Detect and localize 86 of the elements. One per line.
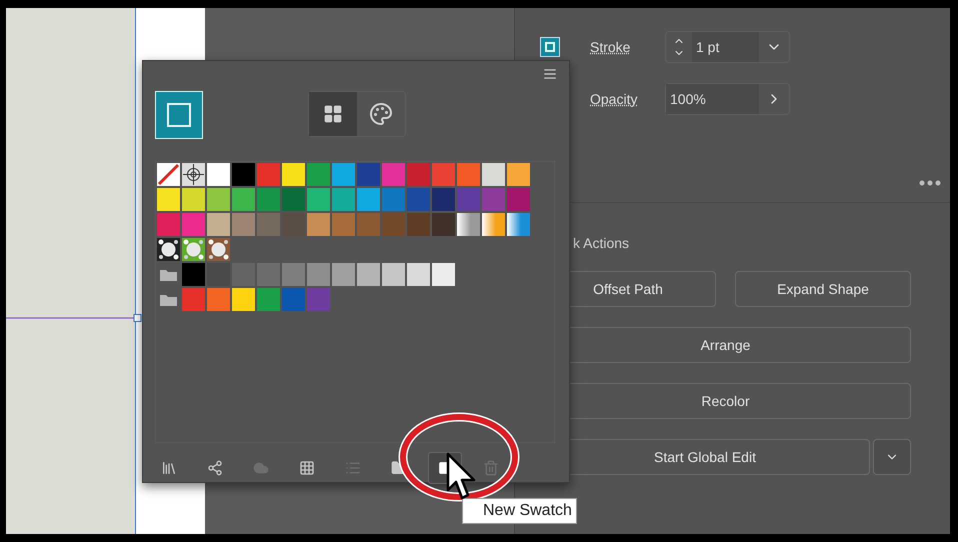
- color-swatch[interactable]: [407, 163, 430, 186]
- color-swatch[interactable]: [357, 263, 380, 286]
- gradient-swatch[interactable]: [482, 213, 505, 236]
- color-swatch[interactable]: [182, 213, 205, 236]
- library-icon: [161, 460, 177, 476]
- opacity-field[interactable]: 100%: [665, 83, 790, 115]
- fill-stroke-icon[interactable]: [155, 91, 203, 139]
- color-swatch[interactable]: [257, 163, 280, 186]
- color-swatch[interactable]: [332, 188, 355, 211]
- color-swatch[interactable]: [182, 188, 205, 211]
- color-swatch[interactable]: [157, 188, 180, 211]
- color-swatch[interactable]: [257, 188, 280, 211]
- color-swatch[interactable]: [507, 163, 530, 186]
- color-swatch[interactable]: [457, 188, 480, 211]
- color-swatch[interactable]: [407, 213, 430, 236]
- color-swatch[interactable]: [482, 188, 505, 211]
- grid-view-icon: [323, 104, 343, 124]
- connection-icon: [207, 460, 223, 476]
- color-swatch[interactable]: [207, 163, 230, 186]
- color-swatch[interactable]: [282, 288, 305, 311]
- list-icon: [345, 460, 361, 476]
- pattern-swatch[interactable]: [157, 238, 180, 261]
- color-swatch[interactable]: [182, 263, 205, 286]
- color-swatch[interactable]: [482, 163, 505, 186]
- more-icon[interactable]: [919, 180, 941, 186]
- color-swatch[interactable]: [182, 288, 205, 311]
- stroke-weight-field[interactable]: 1 pt: [665, 31, 790, 63]
- gradient-swatch[interactable]: [507, 213, 530, 236]
- gradient-swatch[interactable]: [457, 213, 480, 236]
- color-swatch[interactable]: [432, 263, 455, 286]
- section-heading: k Actions: [573, 235, 630, 251]
- color-swatch[interactable]: [282, 188, 305, 211]
- stroke-label[interactable]: Stroke: [590, 36, 665, 58]
- cloud-icon: [253, 460, 269, 476]
- color-swatch[interactable]: [232, 163, 255, 186]
- color-swatch[interactable]: [157, 213, 180, 236]
- color-swatch[interactable]: [382, 263, 405, 286]
- palette-icon: [369, 102, 393, 126]
- menu-icon[interactable]: [541, 67, 559, 81]
- stroke-swatch-icon[interactable]: [540, 37, 560, 57]
- color-swatch[interactable]: [357, 213, 380, 236]
- grid-icon: [299, 460, 315, 476]
- color-swatch[interactable]: [432, 188, 455, 211]
- pattern-swatch[interactable]: [182, 238, 205, 261]
- color-swatch[interactable]: [207, 213, 230, 236]
- color-swatch[interactable]: [457, 163, 480, 186]
- color-swatch[interactable]: [307, 288, 330, 311]
- stroke-weight-value: 1 pt: [692, 32, 759, 62]
- color-swatch[interactable]: [332, 213, 355, 236]
- color-swatch[interactable]: [507, 188, 530, 211]
- tooltip: New Swatch: [462, 498, 577, 524]
- color-swatch[interactable]: [257, 288, 280, 311]
- color-swatch[interactable]: [232, 213, 255, 236]
- color-swatch[interactable]: [307, 188, 330, 211]
- color-swatch[interactable]: [332, 163, 355, 186]
- color-swatch[interactable]: [407, 188, 430, 211]
- action-button[interactable]: Expand Shape: [735, 271, 911, 307]
- color-swatch[interactable]: [382, 188, 405, 211]
- color-swatch[interactable]: [432, 163, 455, 186]
- color-swatch[interactable]: [382, 213, 405, 236]
- trash-icon: [483, 460, 499, 476]
- menu-button[interactable]: [873, 439, 911, 475]
- color-swatch[interactable]: [257, 213, 280, 236]
- color-swatch[interactable]: [257, 263, 280, 286]
- color-swatch[interactable]: [357, 163, 380, 186]
- pattern-swatch[interactable]: [207, 238, 230, 261]
- none-swatch[interactable]: [157, 163, 180, 186]
- cursor-icon: [446, 452, 478, 502]
- color-swatch[interactable]: [207, 288, 230, 311]
- view-tab[interactable]: [309, 92, 357, 136]
- color-swatch[interactable]: [307, 213, 330, 236]
- color-swatch[interactable]: [282, 263, 305, 286]
- opacity-value: 100%: [666, 84, 759, 114]
- color-swatch[interactable]: [207, 188, 230, 211]
- color-swatch[interactable]: [432, 213, 455, 236]
- color-swatch[interactable]: [307, 163, 330, 186]
- color-swatch[interactable]: [407, 263, 430, 286]
- color-swatch[interactable]: [307, 263, 330, 286]
- opacity-label[interactable]: Opacity: [590, 88, 665, 110]
- color-swatch[interactable]: [332, 263, 355, 286]
- color-swatch[interactable]: [382, 163, 405, 186]
- color-swatch[interactable]: [232, 188, 255, 211]
- color-swatch[interactable]: [232, 288, 255, 311]
- registration-swatch[interactable]: [182, 163, 205, 186]
- color-swatch[interactable]: [282, 163, 305, 186]
- color-swatch[interactable]: [357, 188, 380, 211]
